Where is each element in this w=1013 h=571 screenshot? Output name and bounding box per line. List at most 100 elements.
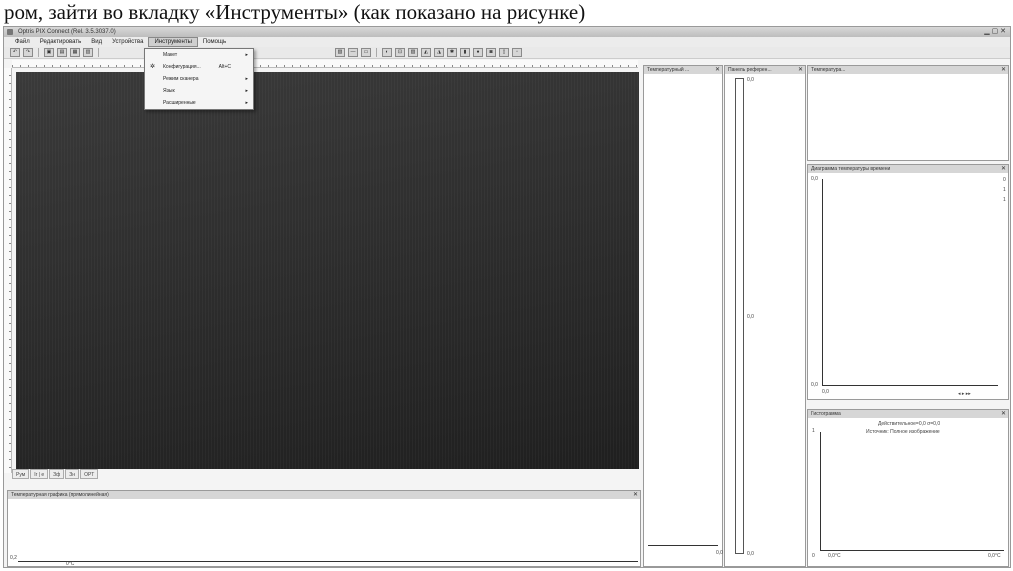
menu-view[interactable]: Вид [86,37,107,47]
menu-file[interactable]: Файл [10,37,35,47]
time-diagram-panel: Диаграмма температуры времени ✕ 0,0 0,0 … [807,164,1009,400]
app-icon [7,29,13,35]
menu-edit[interactable]: Редактировать [35,37,86,47]
scale-bottom-label: 0,0 [747,551,754,557]
histogram-stats: Действительное=0,0 σ=0,0 [878,421,941,427]
tab-image-2[interactable]: Зф [49,469,65,479]
chart-icon[interactable]: ◭ [421,48,431,57]
x-start-label: 0,0 [822,389,829,395]
histogram-source: Источник: Полное изображение [866,429,940,435]
profile-bottom-label: 0,0 [716,550,723,556]
grid-icon[interactable]: ▥ [83,48,93,57]
measure-area-icon[interactable]: ▧ [335,48,345,57]
toolbar-separator [98,48,99,57]
vertical-ruler [4,68,12,473]
chevron-right-icon: ▸ [245,88,248,94]
panel-title: Температура... [811,67,846,73]
chevron-right-icon: ▸ [245,76,248,82]
undo-icon[interactable]: ↶ [10,48,20,57]
y-axis [820,432,821,550]
scale-mid-label: 0,0 [747,314,754,320]
toolbar-separator [376,48,377,57]
horizontal-ruler [12,60,638,68]
panel-title: Диаграмма температуры времени [811,166,891,172]
window-title: Optris PIX Connect (Rel. 3.5.3037.0) [18,29,116,35]
pause-icon[interactable]: ▮ [460,48,470,57]
histogram-panel: Гистограмма ✕ Действительное=0,0 σ=0,0 И… [807,409,1009,567]
y-axis [822,179,823,385]
menu-devices[interactable]: Устройства [107,37,148,47]
graph-icon[interactable]: ◮ [434,48,444,57]
close-icon[interactable]: ✕ [1001,410,1006,418]
close-icon[interactable]: ✕ [1001,165,1006,173]
image-icon[interactable]: ▨ [408,48,418,57]
export-icon[interactable]: ▯ [499,48,509,57]
reference-scale-panel: Панель референ... ✕ 0,0 0,0 0,0 [724,65,806,567]
menu-item-scanner-mode[interactable]: Режим сканера ▸ [145,73,253,85]
tools-dropdown-menu: Макет ▸ ✲ Конфигурация... Alt+C Режим ск… [144,48,254,110]
record-icon[interactable]: ● [473,48,483,57]
rectangle-icon[interactable]: ▭ [361,48,371,57]
menu-tools[interactable]: Инструменты [148,37,198,47]
x-axis [18,561,638,562]
panel-title: Температурный ... [647,67,690,73]
x-zero-label: 0 [812,553,815,559]
chevron-right-icon: ▸ [245,100,248,106]
menu-item-layout[interactable]: Макет ▸ [145,49,253,61]
temperature-profile-panel: Температурный ... ✕ 0,0 [643,65,723,567]
panel-title: Температурная графика (прямолинейная) [11,492,109,498]
chevron-right-icon: ▸ [245,52,248,58]
settings-icon[interactable]: ✱ [447,48,457,57]
x-right-label: 0,0°C [988,553,1001,559]
y-top-label: 1 [812,428,815,434]
window-controls-icon[interactable]: ▁ ▢ ✕ [984,27,1006,37]
title-bar: Optris PIX Connect (Rel. 3.5.3037.0) ▁ ▢… [4,27,1010,37]
profile-baseline [648,545,718,546]
close-icon[interactable]: ✕ [633,491,638,499]
line-icon[interactable]: — [348,48,358,57]
close-icon[interactable]: ✕ [798,66,803,74]
menu-shortcut: Alt+C [218,64,231,70]
save-icon[interactable]: ▤ [57,48,67,57]
zoom-icon[interactable]: ⊡ [395,48,405,57]
x-axis [822,385,998,386]
temperature-graph-panel: Температурная графика (прямолинейная) ✕ … [7,490,641,567]
menu-item-advanced[interactable]: Расширенные ▸ [145,97,253,109]
panel-title: Панель референ... [728,67,772,73]
y-axis-label: 0,2 [10,555,17,561]
color-scale-bar[interactable] [735,78,744,554]
tab-image-4[interactable]: OPT [80,469,99,479]
toolbar-separator [38,48,39,57]
menu-item-language[interactable]: Язык ▸ [145,85,253,97]
close-icon[interactable]: ✕ [1001,66,1006,74]
scroll-arrows-icon[interactable]: ◂ ▸ ▸▸ [958,391,971,397]
right-tick-1: 1 [1003,187,1006,193]
panel-title: Гистограмма [811,411,841,417]
right-tick-0: 0 [1003,177,1006,183]
document-caption: ром, зайти во вкладку «Инструменты» (как… [4,0,586,24]
tab-image-3[interactable]: Зн [65,469,80,479]
menu-item-configuration[interactable]: ✲ Конфигурация... Alt+C [145,61,253,73]
thermal-image-view[interactable] [16,72,639,469]
palette-icon[interactable]: ◐ [382,48,392,57]
x-axis [820,550,1004,551]
menu-help[interactable]: Помощь [198,37,231,47]
info-icon[interactable]: ▫ [512,48,522,57]
y-bottom-label: 0,0 [811,382,818,388]
layout-icon[interactable]: ▦ [70,48,80,57]
scale-top-label: 0,0 [747,77,754,83]
menu-bar: Файл Редактировать Вид Устройства Инстру… [4,37,1010,47]
y-top-label: 0,0 [811,176,818,182]
right-tick-2: 1 [1003,197,1006,203]
close-icon[interactable]: ✕ [715,66,720,74]
tab-image-1[interactable]: Ir | e [30,469,49,479]
gear-icon: ✲ [150,64,156,70]
snapshot-icon[interactable]: ▣ [44,48,54,57]
x-left-label: 0,0°C [828,553,841,559]
image-tabs: Рум Ir | e Зф Зн OPT [12,469,99,479]
redo-icon[interactable]: ↷ [23,48,33,57]
status-text: 0°C [66,561,75,567]
temperature-small-panel: Температура... ✕ [807,65,1009,161]
tab-image-0[interactable]: Рум [12,469,30,479]
camera-icon[interactable]: ◙ [486,48,496,57]
